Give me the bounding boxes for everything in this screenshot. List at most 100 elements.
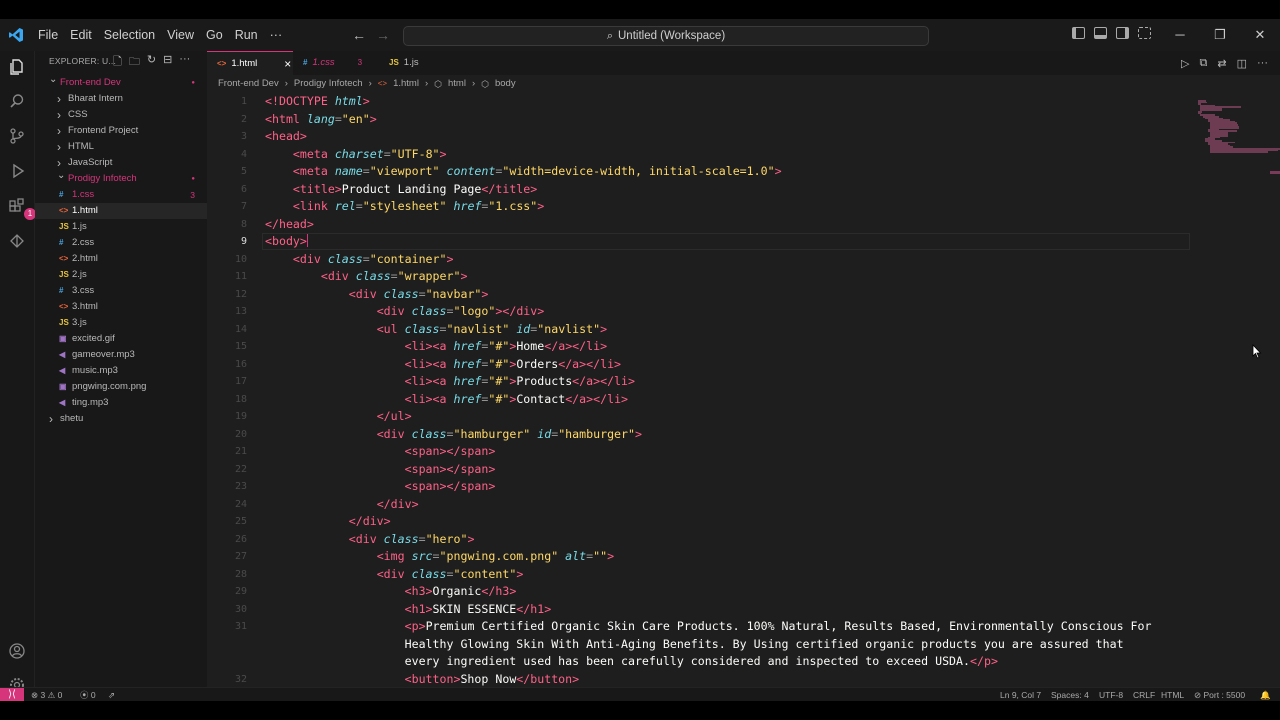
tab-1-css[interactable]: #1.css 3 [293, 51, 379, 75]
file-item[interactable]: ▣ excited.gif [35, 331, 207, 347]
source-control-icon[interactable] [7, 126, 27, 146]
code-editor[interactable]: 1 <!DOCTYPE html> 2 <html lang="en"> 3 <head>… [207, 92, 1192, 687]
menu-item[interactable]: Run [229, 19, 264, 51]
close-tab-icon[interactable]: × [284, 52, 291, 76]
code-line[interactable]: </div> [265, 514, 391, 528]
code-line[interactable]: <div class="wrapper"> [265, 269, 468, 283]
code-line[interactable]: <link rel="stylesheet" href="1.css"> [265, 199, 544, 213]
code-line[interactable]: </ul> [265, 409, 412, 423]
breadcrumb-item[interactable]: Front-end Dev [218, 76, 279, 92]
breadcrumb-item[interactable]: html [448, 76, 466, 92]
menu-item[interactable]: View [161, 19, 200, 51]
run-icon[interactable]: ▷ [1181, 57, 1189, 70]
notifications-bell-icon[interactable]: 🔔 [1260, 688, 1271, 701]
tab-1-js[interactable]: JS 1.js [379, 51, 449, 75]
code-line[interactable]: <div class="hero"> [265, 532, 475, 546]
go-forward-icon[interactable]: → [376, 27, 390, 43]
code-line[interactable]: <li><a href="#">Contact</a></li> [265, 392, 628, 406]
menu-item[interactable]: Selection [98, 19, 161, 51]
folder-item[interactable]: › HTML [35, 139, 207, 155]
code-line[interactable]: <li><a href="#">Home</a></li> [265, 339, 607, 353]
code-line[interactable]: <li><a href="#">Products</a></li> [265, 374, 635, 388]
encoding[interactable]: UTF-8 [1099, 688, 1123, 701]
open-preview-icon[interactable]: ⧉ [1200, 57, 1208, 70]
close-window-icon[interactable]: ✕ [1240, 19, 1280, 51]
toggle-primary-sidebar-icon[interactable] [1072, 27, 1085, 39]
accounts-icon[interactable] [7, 641, 27, 661]
file-item[interactable]: <> 1.html [35, 203, 207, 219]
code-line[interactable]: <ul class="navlist" id="navlist"> [265, 322, 607, 336]
code-line[interactable]: Healthy Glowing Skin With Anti-Aging Ben… [265, 637, 1124, 651]
problems-indicator[interactable]: ⊗ 3 ⚠ 0 [31, 688, 62, 701]
breadcrumb-item[interactable]: Prodigy Infotech [294, 76, 363, 92]
menu-item[interactable]: ··· [264, 19, 289, 51]
code-line[interactable]: <div class="content"> [265, 567, 524, 581]
file-item[interactable]: #3.css [35, 283, 207, 299]
new-file-icon[interactable]: 🗋 [113, 53, 122, 72]
new-folder-icon[interactable]: 🗀 [129, 53, 140, 72]
menu-item[interactable]: Edit [64, 19, 98, 51]
code-line[interactable]: <title>Product Landing Page</title> [265, 182, 537, 196]
run-debug-icon[interactable] [7, 161, 27, 181]
remote-indicator-icon[interactable]: ⟩⟨ [0, 688, 24, 701]
command-center-search[interactable]: ⌕ Untitled (Workspace) [403, 26, 929, 46]
menu-item[interactable]: File [32, 19, 64, 51]
tab-1-html[interactable]: <> 1.html × [207, 51, 293, 75]
minimap[interactable] [1192, 92, 1280, 192]
explorer-icon[interactable] [7, 57, 27, 77]
more-editor-actions-icon[interactable]: ··· [1257, 57, 1268, 70]
code-line[interactable]: <html lang="en"> [265, 112, 377, 126]
split-editor-icon[interactable]: ◫ [1237, 57, 1247, 70]
code-line[interactable]: <h1>SKIN ESSENCE</h1> [265, 602, 552, 616]
file-item[interactable]: JS 3.js [35, 315, 207, 331]
live-share-icon[interactable]: ⇗ [108, 688, 115, 701]
menu-item[interactable]: Go [200, 19, 229, 51]
file-item[interactable]: ◀ music.mp3 [35, 363, 207, 379]
file-item[interactable]: ◀ gameover.mp3 [35, 347, 207, 363]
code-line[interactable]: <span></span> [265, 462, 496, 476]
code-line[interactable]: <span></span> [265, 444, 496, 458]
code-line[interactable]: <div class="container"> [265, 252, 454, 266]
folder-item[interactable]: ⌄ Front-end Dev ● [35, 74, 207, 91]
file-item[interactable]: ▣ pngwing.com.png [35, 379, 207, 395]
remote-explorer-icon[interactable] [7, 231, 27, 251]
ports-indicator[interactable]: ⦿ 0 [80, 688, 96, 701]
code-line[interactable]: </head> [265, 217, 314, 231]
folder-item[interactable]: › Bharat Intern [35, 91, 207, 107]
file-item[interactable]: #2.css [35, 235, 207, 251]
more-actions-icon[interactable]: ··· [179, 53, 190, 72]
code-line[interactable]: every ingredient used has been carefully… [265, 654, 998, 668]
code-line[interactable]: <img src="pngwing.com.png" alt=""> [265, 549, 614, 563]
folder-item[interactable]: › Frontend Project [35, 123, 207, 139]
file-item[interactable]: ◀ ting.mp3 [35, 395, 207, 411]
customize-layout-icon[interactable] [1138, 27, 1151, 39]
code-line[interactable]: <div class="logo"></div> [265, 304, 545, 318]
line-ending[interactable]: CRLF [1133, 688, 1155, 701]
folder-item[interactable]: › CSS [35, 107, 207, 123]
code-line[interactable]: <li><a href="#">Orders</a></li> [265, 357, 621, 371]
cursor-position[interactable]: Ln 9, Col 7 [1000, 688, 1041, 701]
go-back-icon[interactable]: ← [352, 27, 366, 43]
compare-icon[interactable]: ⇄ [1217, 57, 1226, 70]
extensions-icon[interactable]: 1 [7, 197, 36, 220]
toggle-panel-icon[interactable] [1094, 27, 1107, 39]
code-line[interactable]: <meta charset="UTF-8"> [265, 147, 447, 161]
code-line[interactable]: <button>Shop Now</button> [265, 672, 580, 686]
code-line[interactable]: <meta name="viewport" content="width=dev… [265, 164, 782, 178]
indentation[interactable]: Spaces: 4 [1051, 688, 1089, 701]
file-item[interactable]: <> 2.html [35, 251, 207, 267]
code-line[interactable]: <body> [265, 234, 309, 248]
refresh-icon[interactable]: ↻ [147, 53, 156, 72]
scrollbar-marker[interactable] [1270, 171, 1280, 174]
breadcrumb-item[interactable]: 1.html [393, 76, 419, 92]
breadcrumb-item[interactable]: body [495, 76, 516, 92]
code-line[interactable]: <div class="navbar"> [265, 287, 489, 301]
file-item[interactable]: #1.css 3 [35, 187, 207, 203]
minimize-icon[interactable]: ─ [1160, 19, 1200, 51]
file-item[interactable]: JS 2.js [35, 267, 207, 283]
code-line[interactable]: <head> [265, 129, 307, 143]
code-line[interactable]: <p>Premium Certified Organic Skin Care P… [265, 619, 1152, 633]
restore-icon[interactable]: ❐ [1200, 19, 1240, 51]
language-mode[interactable]: HTML [1161, 688, 1184, 701]
code-line[interactable]: <span></span> [265, 479, 496, 493]
